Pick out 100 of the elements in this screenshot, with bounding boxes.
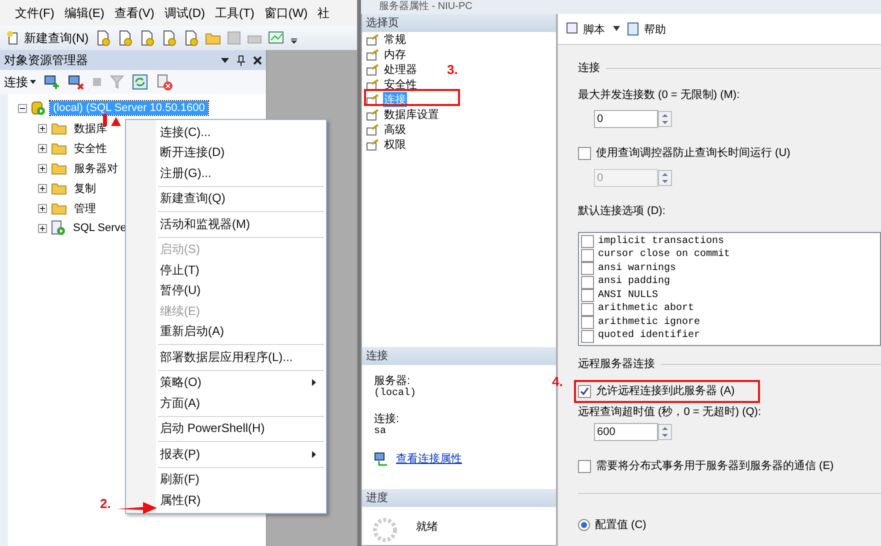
menu-item[interactable]: 查看(V) xyxy=(109,4,160,22)
document-icon[interactable] xyxy=(182,30,199,46)
folder-icon[interactable] xyxy=(204,31,221,45)
menu-item[interactable]: 社 xyxy=(312,4,335,22)
checkbox[interactable] xyxy=(581,276,594,289)
menu-item[interactable]: 报表(P) xyxy=(126,444,326,464)
number-field[interactable]: 0 xyxy=(594,110,658,128)
checkbox[interactable] xyxy=(581,289,594,302)
folder-icon xyxy=(51,142,67,154)
page-icon xyxy=(366,108,380,120)
menu-item[interactable]: 断开连接(D) xyxy=(126,142,326,163)
radio-button[interactable] xyxy=(578,519,590,531)
expand-icon[interactable] xyxy=(38,224,47,232)
spin-arrows-icon[interactable] xyxy=(658,424,672,440)
option-label: cursor close on commit xyxy=(598,248,730,262)
checkbox[interactable] xyxy=(581,316,594,330)
page-icon xyxy=(366,94,380,106)
menu-item[interactable]: 重新启动(A) xyxy=(126,322,326,342)
refresh-icon[interactable] xyxy=(132,74,148,90)
menu-item[interactable]: 启动 PowerShell(H) xyxy=(126,418,326,439)
expand-icon[interactable] xyxy=(38,124,47,132)
menu-item[interactable]: 策略(O) xyxy=(126,372,326,393)
folder-icon xyxy=(51,122,67,134)
database-icon xyxy=(31,100,46,116)
document-icon[interactable] xyxy=(116,30,133,46)
checkbox[interactable] xyxy=(581,330,594,343)
menu-item[interactable]: 刷新(F) xyxy=(126,470,326,490)
checkbox[interactable] xyxy=(581,248,594,262)
document-icon[interactable] xyxy=(94,30,111,46)
menu-item[interactable]: 属性(R) xyxy=(126,490,326,510)
menu-item[interactable]: 调试(D) xyxy=(159,4,210,22)
page-item[interactable]: 安全性 xyxy=(383,77,418,92)
checkbox[interactable] xyxy=(581,302,594,316)
spin-arrows-icon[interactable] xyxy=(658,170,672,186)
checkbox-label: 使用查询调控器防止查询长时间运行 (U) xyxy=(596,146,790,160)
close-icon[interactable] xyxy=(253,56,262,64)
checkbox[interactable] xyxy=(578,146,591,160)
chart-icon[interactable] xyxy=(268,31,284,45)
option-label: quoted identifier xyxy=(598,329,700,344)
page-item[interactable]: 数据库设置 xyxy=(383,107,440,122)
page-item[interactable]: 处理器 xyxy=(383,62,418,77)
tree-item[interactable]: 管理 xyxy=(71,200,99,216)
page-item[interactable]: 高级 xyxy=(383,122,407,137)
script-button[interactable]: 脚本 xyxy=(564,22,605,36)
menu-item[interactable]: 窗口(W) xyxy=(259,4,313,22)
section-header: 选择页 xyxy=(362,14,556,32)
step-number: 4. xyxy=(552,374,563,389)
help-button[interactable]: 帮助 xyxy=(627,22,666,36)
step-number: 3. xyxy=(447,62,458,77)
tree-item[interactable]: 数据库 xyxy=(71,120,110,136)
tree-item[interactable]: 服务器对 xyxy=(71,160,121,176)
menu-item[interactable]: 停止(T) xyxy=(126,260,326,280)
menu-item[interactable]: 暂停(U) xyxy=(126,280,326,301)
server-disconnect-icon[interactable] xyxy=(68,74,84,90)
expand-icon[interactable] xyxy=(38,184,47,192)
pin-icon[interactable] xyxy=(237,54,245,66)
collapse-icon[interactable] xyxy=(18,104,27,112)
script-stop-icon[interactable] xyxy=(156,74,173,90)
connect-button[interactable]: 连接 xyxy=(4,74,36,90)
options-list[interactable]: implicit transactions cursor close on commit ansi warnings ansi padding ANSI NULLS arithmetic abort arithmetic ignore quoted identifier xyxy=(578,232,881,346)
menu-item[interactable]: 连接(C)... xyxy=(126,122,326,142)
menu-item[interactable]: 编辑(E) xyxy=(59,4,110,22)
expand-icon[interactable] xyxy=(38,204,47,212)
menu-item[interactable]: 方面(A) xyxy=(126,393,326,414)
menu-item[interactable]: 工具(T) xyxy=(210,4,260,22)
page-item[interactable]: 权限 xyxy=(383,137,407,152)
checkbox[interactable] xyxy=(581,235,594,248)
dropdown-icon[interactable] xyxy=(221,58,229,62)
page-icon xyxy=(366,64,380,76)
checkbox[interactable] xyxy=(578,384,591,398)
expand-icon[interactable] xyxy=(38,144,47,152)
menu-item[interactable]: 文件(F) xyxy=(10,4,60,22)
document-icon[interactable] xyxy=(138,30,155,46)
group-title: 连接 xyxy=(578,61,600,75)
page-item[interactable]: 常规 xyxy=(383,32,407,47)
folder-icon xyxy=(51,202,67,214)
info-label: 连接: xyxy=(374,412,400,426)
checkbox-label: 需要将分布式事务用于服务器到服务器的通信 (E) xyxy=(596,459,834,473)
menu-item[interactable]: 注册(G)... xyxy=(126,163,326,184)
page-icon xyxy=(366,48,380,60)
tree-item[interactable]: 复制 xyxy=(71,180,99,196)
checkbox[interactable] xyxy=(578,460,591,472)
option-label: arithmetic abort xyxy=(598,302,694,316)
spin-arrows-icon[interactable] xyxy=(658,111,672,127)
field-label: 最大并发连接数 (0 = 无限制) (M): xyxy=(578,88,741,102)
script-icon xyxy=(564,22,580,36)
link[interactable]: 查看连接属性 xyxy=(396,451,462,466)
page-item[interactable]: 内存 xyxy=(383,47,407,62)
tree-item[interactable]: 安全性 xyxy=(71,140,110,156)
expand-icon[interactable] xyxy=(38,164,47,172)
document-icon[interactable] xyxy=(160,30,177,46)
new-query-button[interactable]: 新建查询(N) xyxy=(6,30,89,46)
menu-item[interactable]: 部署数据层应用程序(L)... xyxy=(126,347,326,368)
number-field[interactable]: 600 xyxy=(594,423,658,441)
info-value: (local) xyxy=(374,388,418,399)
server-connect-icon[interactable] xyxy=(44,74,60,90)
status-text: 就绪 xyxy=(416,520,438,535)
checkbox[interactable] xyxy=(581,262,594,276)
menu-item[interactable]: 新建查询(Q) xyxy=(126,188,326,209)
section-header: 连接 xyxy=(362,347,556,365)
